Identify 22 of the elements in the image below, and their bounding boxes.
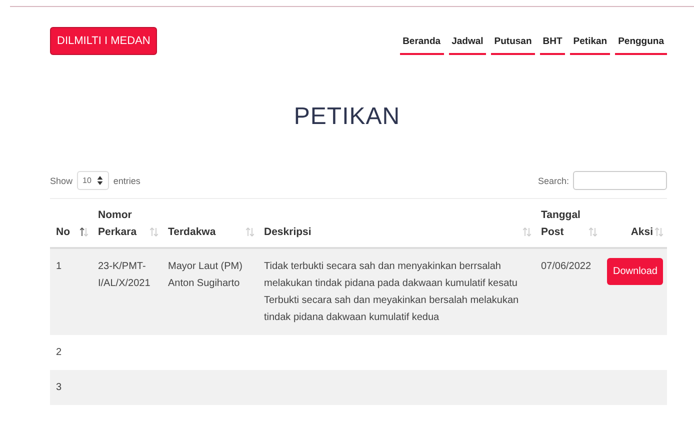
table-cell: 3: [50, 370, 92, 405]
nav-link[interactable]: Beranda: [400, 36, 444, 55]
page-title: PETIKAN: [292, 103, 402, 131]
search-label: Search:: [538, 176, 569, 186]
entries-select[interactable]: 10: [76, 171, 110, 190]
table-cell: Tidak terbukti secara sah dan menyakinkan berrsalah melakukan tindak pidana pada dakwaan kumulatif kesatu Terbukti secara sah dan meyakinkan bersalah melakukan tindak pidana dakwaan kumulatif kedua: [264, 261, 519, 323]
nav-link[interactable]: Pengguna: [615, 36, 667, 55]
show-label: Show: [50, 176, 73, 186]
download-button[interactable]: Download: [607, 258, 664, 285]
table-cell: 07/06/2022: [541, 261, 592, 272]
entries-label: entries: [113, 176, 140, 186]
nav-link[interactable]: Jadwal: [448, 36, 486, 55]
search-field[interactable]: [573, 171, 667, 190]
table-cell: 23-K/PMT-I/AL/X/2021: [98, 261, 150, 289]
nav-link[interactable]: BHT: [540, 36, 566, 55]
updown-icon: [97, 176, 104, 185]
table-cell: 1: [50, 248, 92, 335]
table-cell: 2: [50, 335, 92, 370]
table-cell: Mayor Laut (PM) Anton Sugiharto: [168, 261, 242, 289]
nav-link[interactable]: Petikan: [570, 36, 610, 55]
nav-link[interactable]: Putusan: [491, 36, 535, 55]
brand-button[interactable]: DILMILTI I MEDAN: [50, 26, 158, 54]
